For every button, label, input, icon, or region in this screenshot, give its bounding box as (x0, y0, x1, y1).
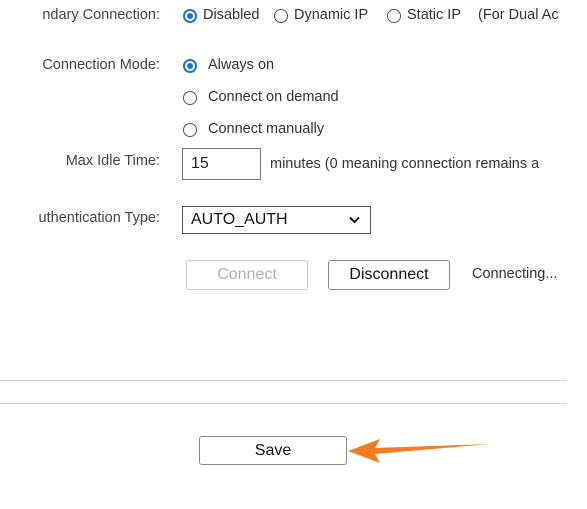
radio-connect-on-demand-label: Connect on demand (208, 89, 339, 105)
connection-mode-label: Connection Mode: (42, 57, 160, 73)
radio-dynamic-ip-label: Dynamic IP (294, 7, 369, 23)
authentication-type-value: AUTO_AUTH (191, 211, 288, 228)
radio-disabled[interactable] (183, 9, 197, 23)
max-idle-time-label: Max Idle Time: (65, 153, 160, 169)
divider-top (0, 380, 566, 381)
radio-static-ip[interactable] (387, 9, 401, 23)
connection-status: Connecting... (472, 266, 558, 282)
divider-bottom (0, 403, 566, 404)
disconnect-button[interactable]: Disconnect (328, 260, 450, 290)
radio-static-ip-label: Static IP (407, 7, 461, 23)
radio-connect-on-demand[interactable] (183, 91, 197, 105)
radio-always-on-label: Always on (208, 57, 275, 73)
connect-button[interactable]: Connect (186, 260, 308, 290)
radio-connect-manually-label: Connect manually (208, 121, 325, 137)
radio-always-on[interactable] (183, 59, 197, 73)
radio-dynamic-ip[interactable] (274, 9, 288, 23)
secondary-connection-label: ndary Connection: (42, 7, 160, 23)
max-idle-time-input[interactable]: 15 (182, 148, 261, 180)
max-idle-time-hint: minutes (0 meaning connection remains a (270, 156, 540, 172)
authentication-type-label: uthentication Type: (38, 210, 160, 226)
save-button[interactable]: Save (199, 436, 347, 465)
radio-disabled-label: Disabled (203, 7, 260, 23)
arrow-annotation-icon (348, 439, 490, 463)
dual-access-note: (For Dual Ac (478, 7, 559, 23)
authentication-type-select[interactable]: AUTO_AUTH (182, 206, 371, 234)
chevron-down-icon (349, 216, 360, 224)
radio-connect-manually[interactable] (183, 123, 197, 137)
